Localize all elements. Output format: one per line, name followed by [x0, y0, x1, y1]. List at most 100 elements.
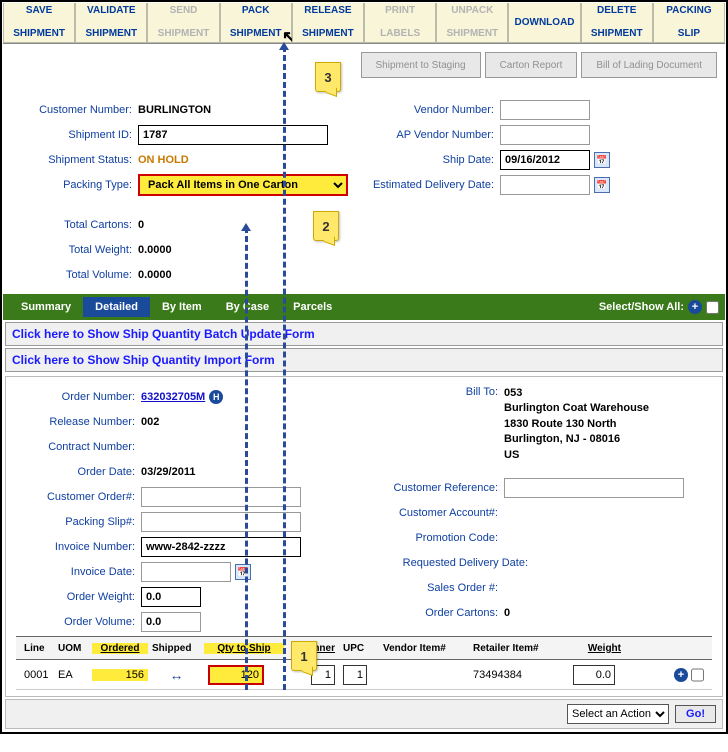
order-volume-input[interactable]: [141, 612, 201, 632]
arrow-up-icon: [279, 42, 289, 50]
ship-date-input[interactable]: [500, 150, 590, 170]
invoice-date-label: Invoice Date:: [16, 566, 141, 578]
total-weight-value: 0.0000: [138, 244, 172, 256]
order-weight-input[interactable]: [141, 587, 201, 607]
shipment-status-label: Shipment Status:: [13, 154, 138, 166]
customer-reference-input[interactable]: [504, 478, 684, 498]
total-volume-value: 0.0000: [138, 269, 172, 281]
customer-number-label: Customer Number:: [13, 104, 138, 116]
est-delivery-input[interactable]: [500, 175, 590, 195]
col-qty-to-ship[interactable]: Qty to Ship: [204, 643, 284, 654]
order-date-label: Order Date:: [16, 466, 141, 478]
packing-type-select[interactable]: Pack All Items in One Carton: [138, 174, 348, 196]
arrow-up-icon: [241, 223, 251, 231]
plus-icon[interactable]: +: [688, 300, 702, 314]
col-vendor-item: Vendor Item#: [379, 643, 469, 654]
weight-input[interactable]: [573, 665, 615, 685]
batch-update-link[interactable]: Click here to Show Ship Quantity Batch U…: [5, 322, 723, 346]
tab-bar: Summary Detailed By Item By Case Parcels…: [3, 294, 725, 320]
packing-type-label: Packing Type:: [13, 179, 138, 191]
secondary-toolbar: 3 Shipment to Staging Carton Report Bill…: [3, 44, 725, 86]
calendar-icon[interactable]: 📅: [594, 152, 610, 168]
invoice-date-input[interactable]: [141, 562, 231, 582]
vendor-number-input[interactable]: [500, 100, 590, 120]
line-item-row: 0001 EA 156 ↔ 73494384 +: [16, 660, 712, 690]
release-shipment-button[interactable]: RELEASESHIPMENT: [292, 3, 364, 43]
customer-number-value: BURLINGTON: [138, 104, 211, 116]
info-h-icon[interactable]: H: [209, 390, 223, 404]
bill-to-label: Bill To:: [364, 386, 504, 398]
tab-parcels[interactable]: Parcels: [281, 297, 344, 317]
order-weight-label: Order Weight:: [16, 591, 141, 603]
qty-to-ship-input[interactable]: [208, 665, 264, 685]
select-all-checkbox[interactable]: [706, 301, 719, 314]
order-cartons-label: Order Cartons:: [364, 607, 504, 619]
pack-shipment-button[interactable]: PACKSHIPMENT↖: [220, 3, 292, 43]
ap-vendor-input[interactable]: [500, 125, 590, 145]
import-form-link[interactable]: Click here to Show Ship Quantity Import …: [5, 348, 723, 372]
release-number-label: Release Number:: [16, 416, 141, 428]
line-items-header: Line UOM Ordered Shipped Qty to Ship Inn…: [16, 636, 712, 660]
total-weight-label: Total Weight:: [13, 244, 138, 256]
order-number-link[interactable]: 632032705M: [141, 391, 205, 403]
send-shipment-button: SENDSHIPMENT: [147, 3, 219, 43]
vendor-number-label: Vendor Number:: [360, 104, 500, 116]
ap-vendor-label: AP Vendor Number:: [360, 129, 500, 141]
print-labels-button: PRINTLABELS: [364, 3, 436, 43]
plus-icon[interactable]: +: [674, 668, 688, 682]
select-show-all-label: Select/Show All:: [599, 301, 684, 313]
callout-2: 2: [313, 211, 339, 241]
inner2-input[interactable]: [343, 665, 367, 685]
carton-report-button: Carton Report: [485, 52, 578, 78]
validate-shipment-button[interactable]: VALIDATESHIPMENT: [75, 3, 147, 43]
row-checkbox[interactable]: [691, 668, 704, 682]
shipment-id-input[interactable]: [138, 125, 328, 145]
calendar-icon[interactable]: 📅: [594, 177, 610, 193]
tab-detailed[interactable]: Detailed: [83, 297, 150, 317]
est-delivery-label: Estimated Delivery Date:: [360, 179, 500, 191]
total-cartons-label: Total Cartons:: [13, 219, 138, 231]
tab-by-item[interactable]: By Item: [150, 297, 214, 317]
callout-3: 3: [315, 62, 341, 92]
shipment-id-label: Shipment ID:: [13, 129, 138, 141]
callout-1: 1: [291, 641, 317, 671]
col-retailer-item: Retailer Item#: [469, 643, 569, 654]
customer-reference-label: Customer Reference:: [364, 482, 504, 494]
shipment-form: Customer Number:BURLINGTON Shipment ID: …: [3, 86, 725, 294]
shipment-status-value: ON HOLD: [138, 154, 189, 166]
packing-slip-button[interactable]: PACKINGSLIP: [653, 3, 725, 43]
order-detail-box: Order Number:632032705MH Release Number:…: [5, 376, 723, 697]
main-toolbar: SAVESHIPMENT VALIDATESHIPMENT SENDSHIPME…: [3, 3, 725, 44]
tab-by-case[interactable]: By Case: [214, 297, 281, 317]
packing-slip-input[interactable]: [141, 512, 301, 532]
contract-number-label: Contract Number:: [16, 441, 141, 453]
requested-delivery-label: Requested Delivery Date:: [364, 557, 534, 569]
promotion-code-label: Promotion Code:: [364, 532, 504, 544]
order-volume-label: Order Volume:: [16, 616, 141, 628]
cell-uom: EA: [54, 669, 92, 681]
action-footer: Select an Action Go!: [5, 699, 723, 729]
action-select[interactable]: Select an Action: [567, 704, 669, 724]
customer-order-input[interactable]: [141, 487, 301, 507]
total-volume-label: Total Volume:: [13, 269, 138, 281]
invoice-number-input[interactable]: [141, 537, 301, 557]
ship-date-label: Ship Date:: [360, 154, 500, 166]
tab-summary[interactable]: Summary: [9, 297, 83, 317]
col-upc: UPC: [339, 643, 379, 654]
go-button[interactable]: Go!: [675, 705, 716, 723]
calendar-icon[interactable]: 📅: [235, 564, 251, 580]
col-ordered[interactable]: Ordered: [92, 643, 148, 654]
order-cartons-value: 0: [504, 607, 510, 619]
packing-slip-label: Packing Slip#:: [16, 516, 141, 528]
col-line: Line: [20, 643, 54, 654]
order-date-value: 03/29/2011: [141, 466, 195, 478]
cell-retailer-item: 73494384: [469, 669, 569, 681]
save-shipment-button[interactable]: SAVESHIPMENT: [3, 3, 75, 43]
col-weight[interactable]: Weight: [569, 643, 625, 654]
bill-of-lading-button: Bill of Lading Document: [581, 52, 717, 78]
total-cartons-value: 0: [138, 219, 144, 231]
delete-shipment-button[interactable]: DELETESHIPMENT: [581, 3, 653, 43]
bill-to-address: 053 Burlington Coat Warehouse 1830 Route…: [504, 386, 649, 463]
download-button[interactable]: DOWNLOAD: [508, 3, 580, 43]
sales-order-label: Sales Order #:: [364, 582, 504, 594]
